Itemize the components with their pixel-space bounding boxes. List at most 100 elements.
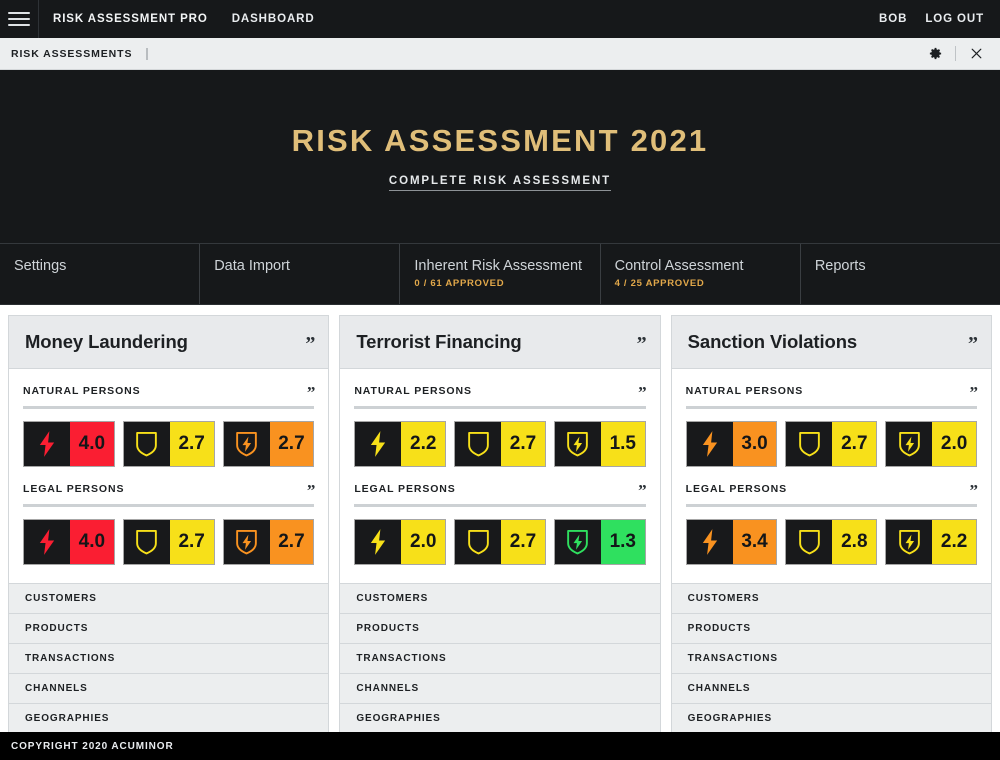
list-item[interactable]: PRODUCTS <box>671 614 991 644</box>
list-item[interactable]: CUSTOMERS <box>9 584 329 614</box>
gear-icon[interactable] <box>925 44 945 64</box>
tab-settings[interactable]: Settings <box>0 244 201 304</box>
list-item[interactable]: GEOGRAPHIES <box>671 704 991 734</box>
score-value: 2.7 <box>169 422 214 466</box>
card-title: Money Laundering <box>25 331 188 352</box>
score-badge[interactable]: 2.0 <box>885 421 977 467</box>
score-value: 2.7 <box>269 422 314 466</box>
card-section-header: LEGAL PERSONS” <box>685 481 978 500</box>
score-badge[interactable]: 2.0 <box>354 519 447 565</box>
list-item[interactable]: CHANNELS <box>340 674 660 704</box>
tab-reports[interactable]: Reports <box>801 244 1000 304</box>
list-item[interactable]: CUSTOMERS <box>340 584 660 614</box>
card-body: NATURAL PERSONS” 4.0 2.7 2.7 LEGAL PERSONS” 4… <box>9 369 328 565</box>
list-item[interactable]: GEOGRAPHIES <box>9 704 329 734</box>
list-item-label: GEOGRAPHIES <box>687 713 773 724</box>
shield-icon <box>123 422 170 466</box>
tab-control-assessment[interactable]: Control Assessment 4 / 25 APPROVED <box>601 244 801 304</box>
tab-label: Data Import <box>214 258 290 274</box>
list-item[interactable]: TRANSACTIONS <box>671 644 991 674</box>
score-badge[interactable]: 4.0 <box>23 519 115 565</box>
score-badge[interactable]: 2.8 <box>785 519 878 565</box>
card-title: Terrorist Financing <box>356 331 522 352</box>
score-value: 2.8 <box>832 520 877 564</box>
card-section-header: NATURAL PERSONS” <box>354 383 646 402</box>
score-badge[interactable]: 2.2 <box>354 421 447 467</box>
shield-bolt-icon <box>554 422 601 466</box>
page-footer: COPYRIGHT 2020 ACUMINOR <box>0 732 1000 760</box>
risk-factor-list: CUSTOMERS PRODUCTS TRANSACTIONS CHANNELS GEO… <box>340 583 660 734</box>
subbar-divider <box>955 46 956 61</box>
shield-bolt-icon <box>886 422 933 466</box>
tab-approval-count: 0 / 61 APPROVED <box>414 278 505 289</box>
score-badge[interactable]: 2.7 <box>222 421 315 467</box>
list-item[interactable]: GEOGRAPHIES <box>340 704 660 734</box>
list-item[interactable]: TRANSACTIONS <box>340 644 660 674</box>
page-title: RISK ASSESSMENT 2021 <box>291 122 709 158</box>
shield-icon <box>455 520 502 564</box>
top-nav-links: RISK ASSESSMENT PRO DASHBOARD <box>39 0 315 38</box>
list-item-label: PRODUCTS <box>687 623 751 634</box>
list-item-label: PRODUCTS <box>356 623 420 634</box>
shield-bolt-icon <box>886 520 933 564</box>
nav-link-dashboard[interactable]: DASHBOARD <box>232 13 315 25</box>
score-badge[interactable]: 2.7 <box>454 421 546 467</box>
score-value: 4.0 <box>70 520 114 564</box>
score-value: 2.0 <box>932 422 976 466</box>
list-item[interactable]: CHANNELS <box>671 674 991 704</box>
score-badge[interactable]: 1.5 <box>553 421 646 467</box>
risk-card: Sanction Violations” NATURAL PERSONS” 3.0 2… <box>670 315 992 735</box>
risk-factor-list: CUSTOMERS PRODUCTS TRANSACTIONS CHANNELS GEO… <box>9 583 329 734</box>
list-item-label: GEOGRAPHIES <box>25 713 110 724</box>
score-badge[interactable]: 1.3 <box>553 519 646 565</box>
shield-icon <box>786 520 833 564</box>
score-badge-group: 2.0 2.7 1.3 <box>354 519 646 565</box>
card-section-header: NATURAL PERSONS” <box>23 383 315 402</box>
list-item[interactable]: PRODUCTS <box>9 614 329 644</box>
top-navigation-bar: RISK ASSESSMENT PRO DASHBOARD BOB LOG OU… <box>0 0 1000 38</box>
copyright-text: COPYRIGHT 2020 ACUMINOR <box>11 740 174 752</box>
list-item-label: GEOGRAPHIES <box>356 713 441 724</box>
complete-risk-assessment-link[interactable]: COMPLETE RISK ASSESSMENT <box>388 175 612 191</box>
score-value: 2.7 <box>501 422 545 466</box>
card-section-header: NATURAL PERSONS” <box>685 383 978 402</box>
score-value: 1.3 <box>600 520 645 564</box>
list-item-label: CHANNELS <box>25 683 88 694</box>
list-item-label: TRANSACTIONS <box>687 653 778 664</box>
list-item[interactable]: PRODUCTS <box>340 614 660 644</box>
score-value: 3.0 <box>732 422 777 466</box>
list-item-label: TRANSACTIONS <box>356 653 447 664</box>
risk-card: Money Laundering” NATURAL PERSONS” 4.0 2.7 2… <box>8 315 330 735</box>
subbar-tab-risk-assessments[interactable]: RISK ASSESSMENTS <box>11 47 149 60</box>
score-badge[interactable]: 2.7 <box>222 519 315 565</box>
section-title: NATURAL PERSONS <box>685 385 804 397</box>
user-name-label[interactable]: BOB <box>879 13 907 25</box>
card-section-header: LEGAL PERSONS” <box>354 481 646 500</box>
list-item-label: TRANSACTIONS <box>25 653 116 664</box>
list-item[interactable]: TRANSACTIONS <box>9 644 329 674</box>
score-badge[interactable]: 4.0 <box>23 421 115 467</box>
score-badge[interactable]: 2.2 <box>885 519 977 565</box>
score-badge-group: 4.0 2.7 2.7 <box>23 421 315 467</box>
lightning-bolt-icon <box>24 422 70 466</box>
menu-toggle-button[interactable] <box>0 0 39 38</box>
score-badge[interactable]: 2.7 <box>122 421 215 467</box>
risk-category-board: Money Laundering” NATURAL PERSONS” 4.0 2.7 2… <box>0 305 1000 735</box>
score-badge[interactable]: 2.7 <box>122 519 215 565</box>
score-value: 2.2 <box>932 520 976 564</box>
score-badge[interactable]: 2.7 <box>454 519 546 565</box>
card-title: Sanction Violations <box>687 331 858 352</box>
tab-data-import[interactable]: Data Import <box>200 244 401 304</box>
score-badge[interactable]: 3.4 <box>685 519 778 565</box>
list-item-label: CUSTOMERS <box>687 593 760 604</box>
list-item[interactable]: CUSTOMERS <box>671 584 991 614</box>
score-badge[interactable]: 3.0 <box>685 421 778 467</box>
score-value: 4.0 <box>70 422 114 466</box>
logout-button[interactable]: LOG OUT <box>925 13 984 25</box>
list-item[interactable]: CHANNELS <box>9 674 329 704</box>
tab-inherent-risk-assessment[interactable]: Inherent Risk Assessment 0 / 61 APPROVED <box>400 244 601 304</box>
brand-logo-link[interactable]: RISK ASSESSMENT PRO <box>53 13 208 25</box>
score-value: 2.7 <box>501 520 545 564</box>
close-icon[interactable] <box>966 44 986 64</box>
score-badge[interactable]: 2.7 <box>785 421 878 467</box>
